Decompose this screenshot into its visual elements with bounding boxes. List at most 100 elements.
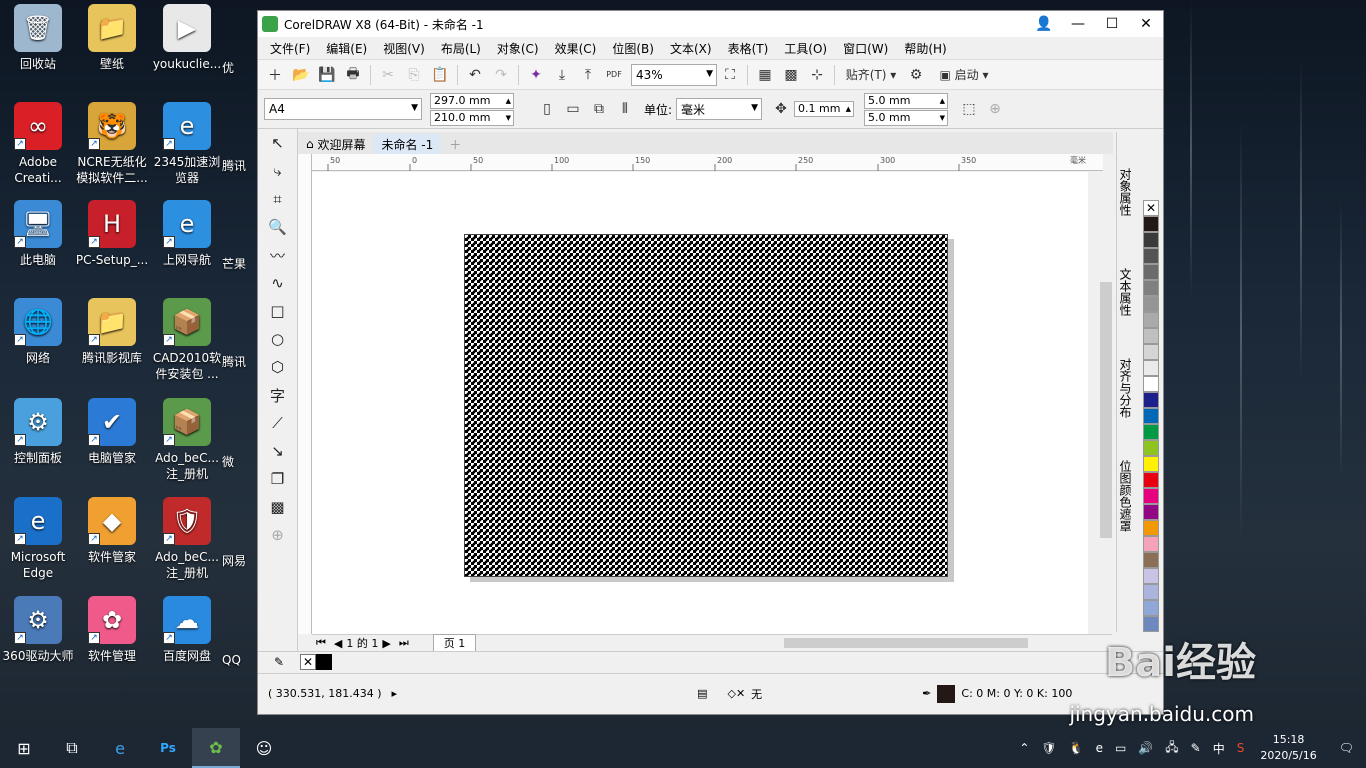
new-icon[interactable]: ＋	[262, 63, 288, 87]
color-swatch[interactable]	[1143, 456, 1159, 472]
menu-effects[interactable]: 效果(C)	[547, 40, 605, 57]
color-swatch[interactable]	[1143, 312, 1159, 328]
artistic-media-icon[interactable]: ∿	[258, 269, 297, 297]
treat-as-filled-icon[interactable]: ⬚	[956, 97, 982, 121]
desktop-icon-partial[interactable]: 腾讯	[222, 158, 262, 174]
doc-no-color-swatch[interactable]: ✕	[300, 653, 317, 670]
tray-ie-icon[interactable]: e	[1090, 741, 1109, 755]
docker-object-properties[interactable]: 对象属性	[1117, 162, 1134, 222]
nudge-field[interactable]: 0.1 mm ▲	[794, 101, 855, 117]
color-swatch[interactable]	[1143, 248, 1159, 264]
task-view-icon[interactable]: ⧉	[48, 728, 96, 768]
edge-taskbar-icon[interactable]: e	[96, 728, 144, 768]
account-icon[interactable]: 👤	[1027, 11, 1061, 37]
notification-icon[interactable]: 🗨	[1327, 741, 1366, 755]
grid-icon[interactable]: ▩	[778, 63, 804, 87]
desktop-icon[interactable]: ⚙ ↗ 控制面板	[0, 398, 76, 466]
eyedropper-icon[interactable]: ✎	[274, 655, 284, 669]
close-button[interactable]: ✕	[1129, 11, 1163, 37]
landscape-icon[interactable]: ▭	[560, 97, 586, 121]
volume-icon[interactable]: 🔊	[1132, 741, 1159, 755]
page-height-field[interactable]: 210.0 mm ▼	[430, 109, 514, 126]
maximize-button[interactable]: ☐	[1095, 11, 1129, 37]
menu-text[interactable]: 文本(X)	[662, 40, 720, 57]
text-tool-icon[interactable]: 字	[258, 381, 297, 409]
print-icon[interactable]: 🖶	[340, 63, 366, 87]
menu-file[interactable]: 文件(F)	[262, 40, 318, 57]
import-icon[interactable]: ⤓	[549, 63, 575, 87]
desktop-icon[interactable]: 🌐 ↗ 网络	[0, 298, 76, 366]
desktop-icon[interactable]: ◆ ↗ 软件管家	[74, 497, 150, 565]
docker-align-distribute[interactable]: 对齐与分布	[1117, 352, 1134, 424]
desktop-icon[interactable]: 🛡 ↗ Ado_beC... 注_册机	[149, 497, 225, 581]
options-gear-icon[interactable]: ⚙	[903, 63, 929, 87]
photoshop-taskbar-icon[interactable]: Ps	[144, 728, 192, 768]
desktop-icon[interactable]: 📁 ↗ 腾讯影视库	[74, 298, 150, 366]
color-swatch[interactable]	[1143, 504, 1159, 520]
desktop-icon[interactable]: ☁ ↗ 百度网盘	[149, 596, 225, 664]
desktop-icon-partial[interactable]: 微	[222, 454, 262, 470]
desktop-icon[interactable]: 🐯 ↗ NCRE无纸化模拟软件二...	[74, 102, 150, 186]
zoom-combo[interactable]: 43% ▼	[631, 63, 717, 86]
color-swatch[interactable]	[1143, 264, 1159, 280]
polygon-tool-icon[interactable]: ⬡	[258, 353, 297, 381]
menu-tools[interactable]: 工具(O)	[776, 40, 835, 57]
paste-icon[interactable]: 📋	[427, 63, 453, 87]
desktop-icon[interactable]: ∞ ↗ Adobe Creati...	[0, 102, 76, 186]
page-tab[interactable]: 页 1	[432, 634, 477, 652]
color-swatch[interactable]	[1143, 472, 1159, 488]
pick-tool-icon[interactable]: ↖	[258, 129, 297, 157]
desktop-icon-partial[interactable]: QQ	[222, 652, 262, 668]
desktop-icon[interactable]: 📦 ↗ CAD2010软件安装包 ...	[149, 298, 225, 382]
rectangle-tool-icon[interactable]: □	[258, 297, 297, 325]
connector-tool-icon[interactable]: ↘	[258, 437, 297, 465]
new-tab-icon[interactable]: ＋	[441, 134, 469, 154]
color-swatch[interactable]	[1143, 440, 1159, 456]
rulers-icon[interactable]: ▦	[752, 63, 778, 87]
drawing-canvas[interactable]	[312, 172, 1088, 634]
minimize-button[interactable]: —	[1061, 11, 1095, 37]
horizontal-scrollbar[interactable]	[728, 636, 1098, 650]
ellipse-tool-icon[interactable]: ○	[258, 325, 297, 353]
start-windows-icon[interactable]: ⊞	[0, 728, 48, 768]
desktop-icon[interactable]: ▶ youkuclie...	[149, 4, 225, 72]
full-screen-icon[interactable]: ⛶	[717, 63, 743, 87]
snap-button[interactable]: 贴齐(T) ▾	[839, 63, 903, 87]
drop-shadow-icon[interactable]: ❐	[258, 465, 297, 493]
menu-layout[interactable]: 布局(L)	[433, 40, 489, 57]
menu-bitmaps[interactable]: 位图(B)	[604, 40, 662, 57]
freehand-tool-icon[interactable]: 〰	[258, 241, 297, 269]
color-swatch[interactable]	[1143, 280, 1159, 296]
desktop-icon[interactable]: ⚙ ↗ 360驱动大师	[0, 596, 76, 664]
page-width-field[interactable]: 297.0 mm ▲	[430, 92, 514, 109]
menu-object[interactable]: 对象(C)	[489, 40, 547, 57]
page-size-combo[interactable]: A4 ▼	[264, 98, 422, 120]
color-swatch[interactable]	[1143, 296, 1159, 312]
color-swatch[interactable]	[1143, 232, 1159, 248]
add-tool-icon[interactable]: ⊕	[258, 521, 297, 549]
tray-chevron-icon[interactable]: ⌃	[1013, 741, 1035, 755]
desktop-icon[interactable]: 📁 壁纸	[74, 4, 150, 72]
outline-color-swatch[interactable]	[937, 684, 956, 703]
color-swatch[interactable]	[1143, 376, 1159, 392]
docker-text-properties[interactable]: 文本属性	[1117, 262, 1134, 322]
color-swatch[interactable]	[1143, 408, 1159, 424]
vertical-scrollbar[interactable]	[1098, 172, 1114, 634]
color-swatch[interactable]	[1143, 536, 1159, 552]
tab-untitled[interactable]: 未命名 -1	[373, 134, 442, 154]
current-page-icon[interactable]: ⫴	[612, 97, 638, 121]
redo-icon[interactable]: ↷	[488, 63, 514, 87]
tray-qq-icon[interactable]: 🐧	[1063, 741, 1090, 755]
guidelines-icon[interactable]: ⊹	[804, 63, 830, 87]
zoom-tool-icon[interactable]: 🔍	[258, 213, 297, 241]
tab-welcome[interactable]: ⌂ 欢迎屏幕	[298, 134, 373, 154]
battery-icon[interactable]: ▭	[1109, 741, 1132, 755]
desktop-icon[interactable]: 🖥 ↗ 此电脑	[0, 200, 76, 268]
units-combo[interactable]: 毫米 ▼	[676, 98, 763, 120]
first-page-icon[interactable]: ⏮	[312, 636, 330, 650]
scroll-thumb[interactable]	[1100, 282, 1112, 538]
prev-page-icon[interactable]: ◀	[330, 637, 346, 650]
color-swatch[interactable]	[1143, 568, 1159, 584]
all-pages-icon[interactable]: ⧉	[586, 97, 612, 121]
color-swatch[interactable]	[1143, 584, 1159, 600]
